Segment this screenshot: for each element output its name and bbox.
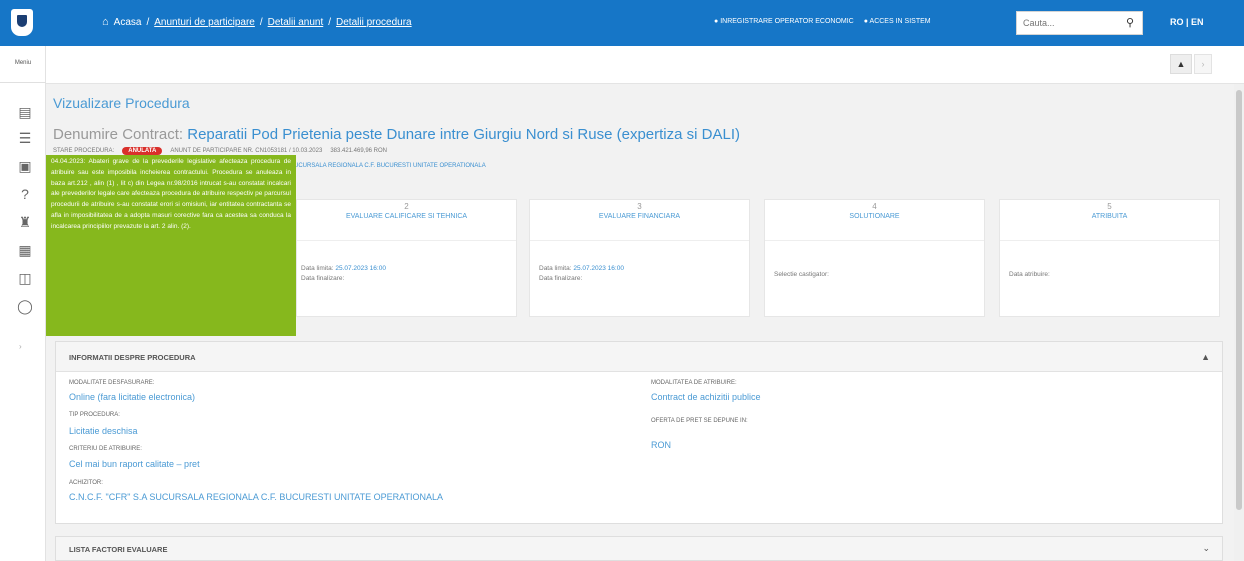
award-mode-value: Contract de achizitii publice	[651, 392, 761, 402]
notice-reference[interactable]: ANUNT DE PARTICIPARE NR. CN1053181 / 10.…	[170, 148, 322, 154]
stage-header: 5 ATRIBUITA	[1000, 200, 1219, 241]
search-icon[interactable]: ⚲	[1126, 16, 1134, 29]
panel-title: INFORMATII DESPRE PROCEDURA	[69, 353, 196, 362]
chevron-down-icon[interactable]: ⌄	[1202, 543, 1210, 554]
breadcrumb-separator: /	[328, 17, 332, 28]
account-links: ● INREGISTRARE OPERATOR ECONOMIC ● ACCES…	[714, 18, 931, 25]
collapse-up-button[interactable]: ▲	[1170, 54, 1192, 74]
type-label: TIP PROCEDURA:	[69, 412, 120, 418]
currency-value: RON	[651, 440, 671, 450]
site-logo[interactable]	[11, 9, 33, 36]
stage-card-solutionare: 4 SOLUTIONARE Selectie castigator:	[764, 199, 985, 317]
limit-date: 25.07.2023 16:00	[335, 265, 386, 272]
breadcrumb-home[interactable]: Acasa	[114, 17, 142, 28]
stage-card-atribuita: 5 ATRIBUITA Data atribuire:	[999, 199, 1220, 317]
breadcrumb-detalii-anunt[interactable]: Detalii anunt	[268, 17, 324, 28]
chevron-up-icon[interactable]: ▲	[1201, 352, 1210, 362]
login-link[interactable]: ● ACCES IN SISTEM	[864, 18, 931, 25]
document-icon[interactable]: ▤	[17, 104, 33, 120]
panel-title: LISTA FACTORI EVALUARE	[69, 545, 168, 554]
contract-label: Denumire Contract:	[53, 126, 184, 143]
menu-label[interactable]: Meniu	[0, 60, 46, 66]
list-icon[interactable]: ☰	[17, 130, 33, 146]
procedure-info-panel: INFORMATII DESPRE PROCEDURA ▲ MODALITATE…	[55, 341, 1223, 524]
procedure-meta: STARE PROCEDURA: ANULATA ANUNT DE PARTIC…	[53, 147, 387, 155]
stage-number: 4	[872, 202, 877, 211]
final-label: Data finalizare:	[539, 275, 583, 282]
stage-body: Selectie castigator:	[774, 270, 829, 280]
authority-name[interactable]: SUCURSALA REGIONALA C.F. BUCURESTI UNITA…	[290, 163, 486, 169]
left-sidebar: Meniu ▤ ☰ ▣ ? ♜ ▦ ◫ ◯ ›	[0, 46, 46, 561]
stage-body: Data limita: 25.07.2023 16:00 Data final…	[301, 264, 386, 284]
stage-name: SOLUTIONARE	[849, 213, 900, 220]
search-input[interactable]	[1017, 12, 1117, 34]
expand-sidebar-icon[interactable]: ›	[19, 342, 22, 351]
stage-card-evaluare-tehnica: 2 EVALUARE CALIFICARE SI TEHNICA Data li…	[296, 199, 517, 317]
buyer-value[interactable]: C.N.C.F. "CFR" S.A SUCURSALA REGIONALA C…	[69, 492, 443, 502]
breadcrumb-separator: /	[146, 17, 150, 28]
sub-toolbar: ▲ ›	[46, 46, 1244, 84]
breadcrumb-detalii-procedura[interactable]: Detalii procedura	[336, 17, 412, 28]
estimated-value: 383.421.469,96 RON	[330, 148, 388, 154]
stage-header: 4 SOLUTIONARE	[765, 200, 984, 241]
top-bar: ⌂ Acasa / Anunturi de participare / Deta…	[0, 0, 1244, 46]
limit-date: 25.07.2023 16:00	[573, 265, 624, 272]
breadcrumb-separator: /	[259, 17, 263, 28]
contract-name: Reparatii Pod Prietenia peste Dunare int…	[187, 126, 740, 143]
status-label: STARE PROCEDURA:	[53, 148, 115, 154]
stage-name: ATRIBUITA	[1091, 213, 1128, 220]
register-link[interactable]: ● INREGISTRARE OPERATOR ECONOMIC	[714, 18, 854, 25]
stamp-icon[interactable]: ♜	[17, 214, 33, 230]
final-label: Data finalizare:	[301, 275, 345, 282]
register-label: INREGISTRARE OPERATOR ECONOMIC	[720, 18, 854, 25]
limit-label: Data limita:	[539, 265, 572, 272]
mode-value: Online (fara licitatie electronica)	[69, 392, 196, 402]
criteria-value: Cel mai bun raport calitate – pret	[69, 459, 200, 469]
page-title: Vizualizare Procedura	[53, 95, 190, 111]
limit-label: Data limita:	[301, 265, 334, 272]
search-box: ⚲	[1016, 11, 1143, 35]
stage-header: 2 EVALUARE CALIFICARE SI TEHNICA	[297, 200, 516, 241]
stage-number: 2	[404, 202, 409, 211]
status-badge[interactable]: ANULATA	[122, 147, 163, 155]
language-switch[interactable]: RO | EN	[1170, 17, 1204, 27]
award-date-label: Data atribuire:	[1009, 271, 1050, 278]
monitor-icon[interactable]: ◫	[17, 270, 33, 286]
sidebar-divider	[0, 82, 46, 83]
stage-name: EVALUARE CALIFICARE SI TEHNICA	[345, 213, 468, 220]
stage-name: EVALUARE FINANCIARA	[598, 213, 681, 220]
evaluation-factors-panel[interactable]: LISTA FACTORI EVALUARE ⌄	[55, 536, 1223, 561]
mode-label: MODALITATE DESFASURARE:	[69, 380, 155, 386]
criteria-label: CRITERIU DE ATRIBUIRE:	[69, 446, 142, 452]
annulment-tooltip: 04.04.2023: Abateri grave de la preveder…	[46, 155, 296, 336]
stage-body: Data atribuire:	[1009, 270, 1050, 280]
contract-heading: Denumire Contract: Reparatii Pod Prieten…	[53, 126, 740, 143]
currency-label: OFERTA DE PRET SE DEPUNE IN:	[651, 418, 748, 424]
winner-selection-label: Selectie castigator:	[774, 271, 829, 278]
clipboard-icon[interactable]: ▣	[17, 158, 33, 174]
page-scrollbar-thumb[interactable]	[1236, 90, 1242, 510]
help-icon[interactable]: ?	[17, 186, 33, 202]
collapse-down-button[interactable]: ›	[1194, 54, 1212, 74]
login-label: ACCES IN SISTEM	[869, 18, 931, 25]
buyer-label: ACHIZITOR:	[69, 480, 103, 486]
stage-body: Data limita: 25.07.2023 16:00 Data final…	[539, 264, 624, 284]
home-icon[interactable]: ⌂	[102, 17, 109, 28]
stage-header: 3 EVALUARE FINANCIARA	[530, 200, 749, 241]
panel-header[interactable]: INFORMATII DESPRE PROCEDURA ▲	[56, 342, 1222, 372]
stage-number: 5	[1107, 202, 1112, 211]
breadcrumb: ⌂ Acasa / Anunturi de participare / Deta…	[102, 17, 412, 29]
type-value: Licitatie deschisa	[69, 426, 138, 436]
award-mode-label: MODALITATEA DE ATRIBUIRE:	[651, 380, 737, 386]
breadcrumb-anunturi[interactable]: Anunturi de participare	[154, 17, 255, 28]
report-icon[interactable]: ▦	[17, 242, 33, 258]
stage-card-evaluare-financiara: 3 EVALUARE FINANCIARA Data limita: 25.07…	[529, 199, 750, 317]
stage-number: 3	[637, 202, 642, 211]
chat-icon[interactable]: ◯	[17, 298, 33, 314]
